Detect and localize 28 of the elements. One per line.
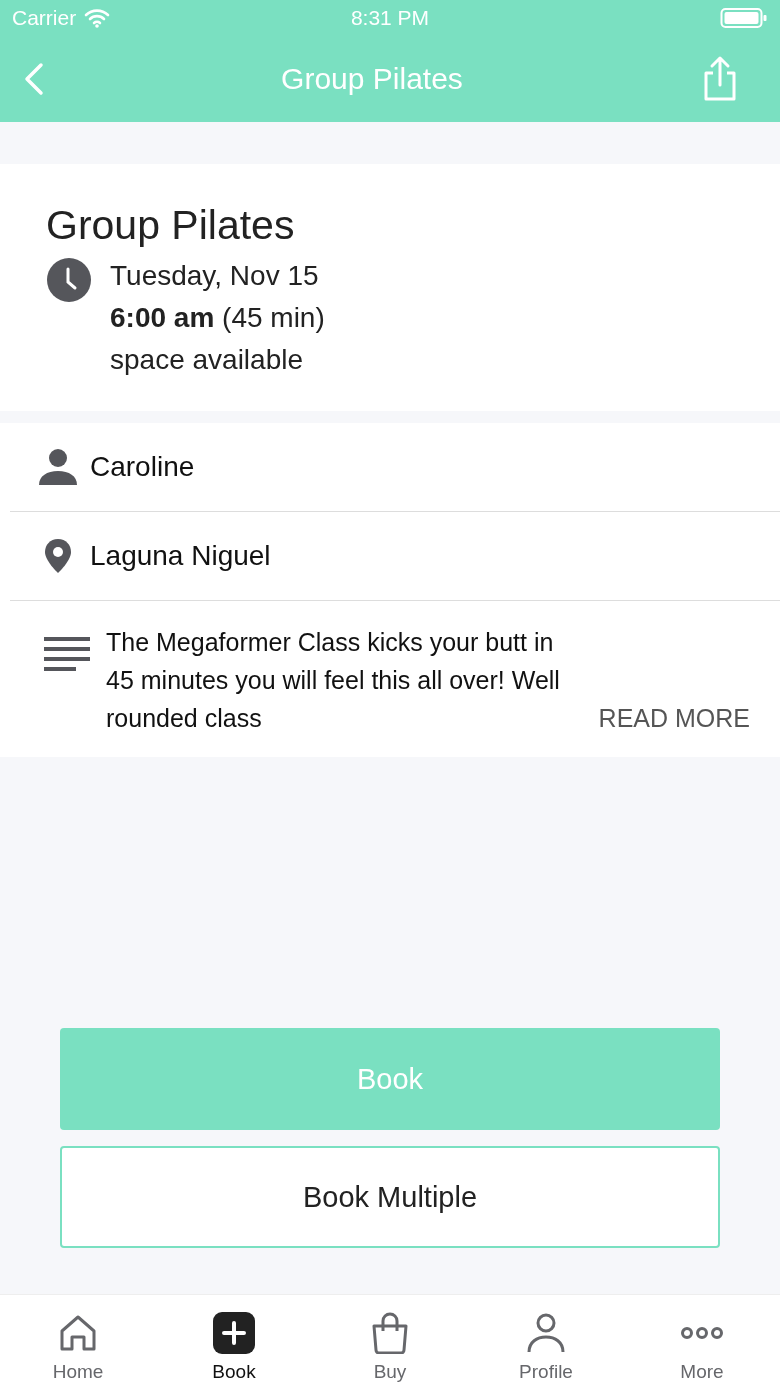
class-title: Group Pilates <box>46 202 296 249</box>
tab-item[interactable]: Book <box>156 1295 312 1387</box>
wifi-icon <box>84 8 111 28</box>
tab-item[interactable]: Home <box>0 1295 156 1387</box>
clock-icon <box>46 257 92 303</box>
tab-item[interactable]: Profile <box>468 1295 624 1387</box>
shopping-bag-icon <box>370 1312 410 1354</box>
detail-text: Caroline <box>90 451 195 483</box>
tab-item[interactable]: Buy <box>312 1295 468 1387</box>
book-multiple-button[interactable]: Book Multiple <box>60 1146 720 1248</box>
person-icon <box>526 1312 566 1354</box>
tab-item[interactable]: More <box>624 1295 780 1387</box>
person-icon <box>38 447 78 487</box>
home-icon <box>58 1313 98 1353</box>
read-more-link[interactable]: READ MORE <box>598 699 750 737</box>
availability-text: space available <box>110 343 305 377</box>
status-time: 8:31 PM <box>350 6 430 29</box>
detail-text: Laguna Niguel <box>90 540 271 572</box>
carrier-label: Carrier <box>12 6 77 30</box>
class-date: Tuesday, Nov 15 <box>110 259 320 293</box>
nav-title: Group Pilates <box>281 62 463 96</box>
class-time: 6:00 am (45 min) <box>110 301 325 335</box>
plus-icon <box>213 1312 255 1354</box>
back-button[interactable] <box>24 62 44 96</box>
description-text: The Megaformer Class kicks your butt in 45 minutes you will feel this all over! Well rounded class <box>106 627 561 734</box>
more-icon <box>680 1325 724 1341</box>
battery-icon <box>720 6 768 30</box>
text-lines-icon <box>44 635 90 673</box>
